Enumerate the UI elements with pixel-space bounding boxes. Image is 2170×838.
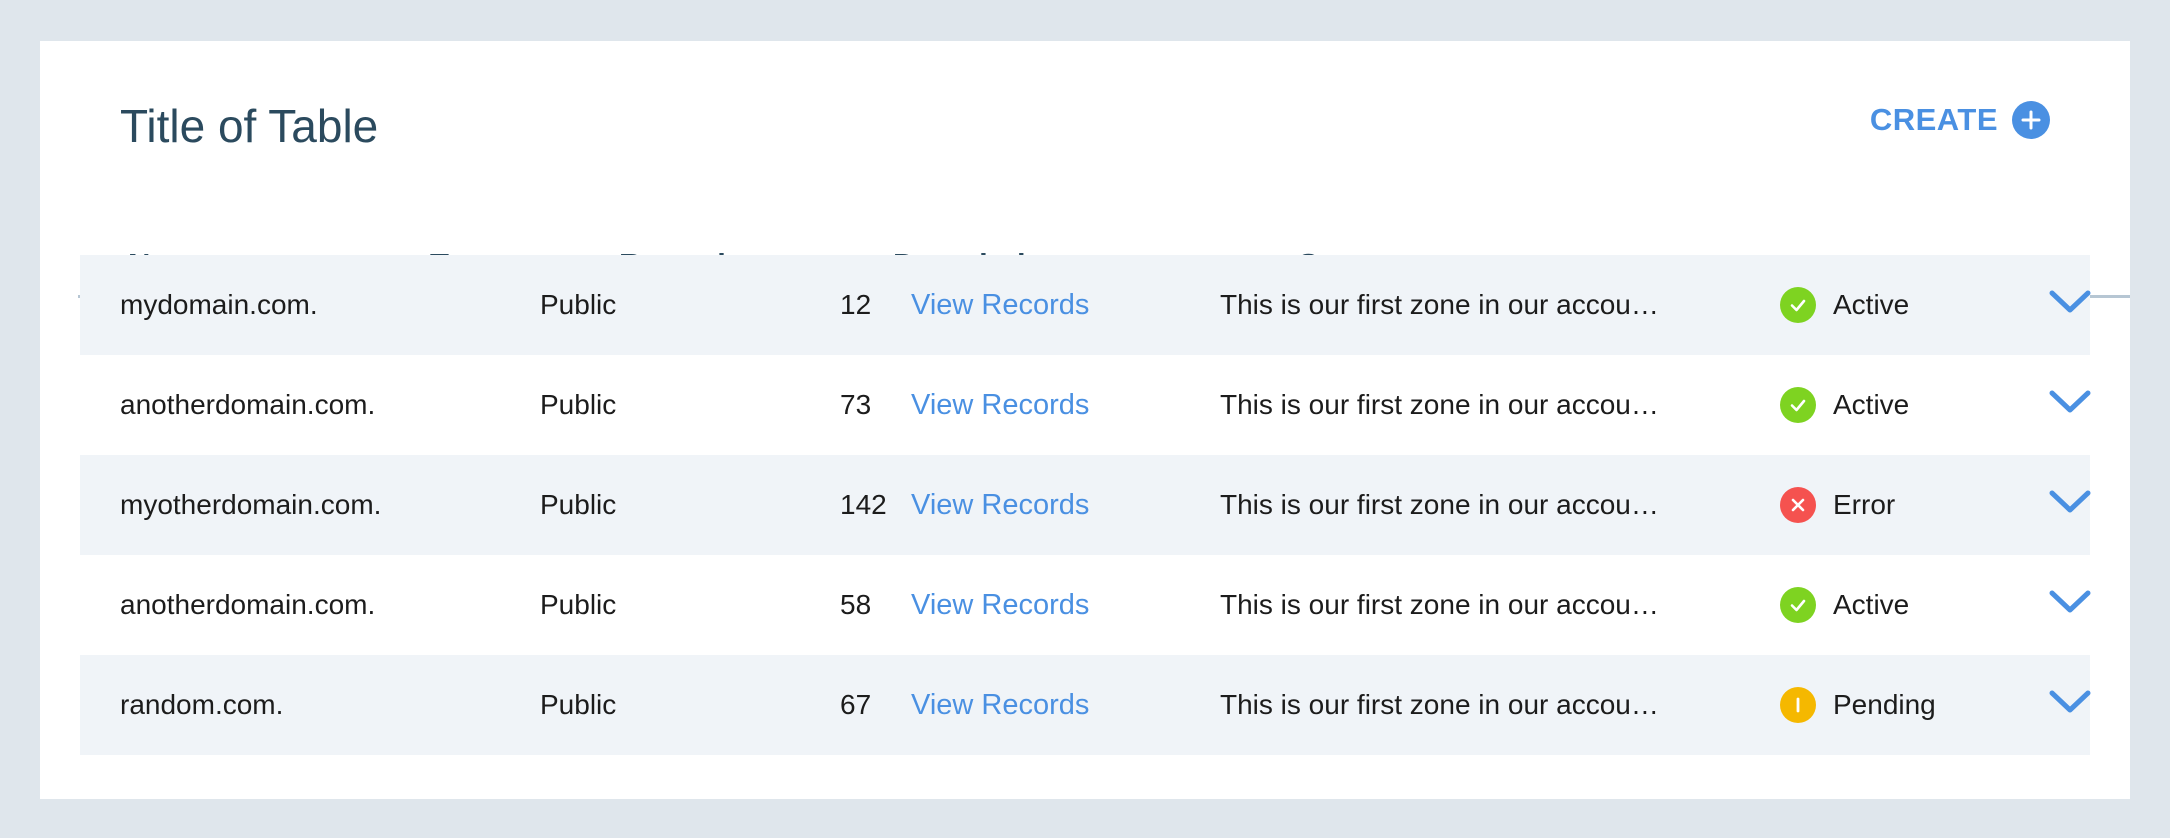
expand-row-button[interactable] [2048,255,2092,355]
page-title: Title of Table [120,100,379,152]
create-button[interactable]: CREATE [1870,101,2050,139]
table-body: mydomain.com. Public 12 View Records Thi… [80,255,2092,755]
zone-type: Public [540,289,617,320]
status-badge: Active [1780,555,1909,655]
expand-row-button[interactable] [2048,355,2092,455]
record-count: 142 [840,489,887,520]
domain-name: random.com. [120,689,284,720]
status-label: Pending [1833,689,1936,720]
error-circle-icon [1780,487,1816,523]
domain-name: myotherdomain.com. [120,489,382,520]
status-badge: Active [1780,355,1909,455]
zone-description: This is our first zone in our accou… [1220,489,1659,520]
table-row: myotherdomain.com. Public 142 View Recor… [80,455,2092,555]
view-records-link[interactable]: View Records [911,655,1089,755]
domain-name: anotherdomain.com. [120,389,376,420]
record-count: 58 [840,589,872,620]
status-label: Active [1833,289,1910,320]
record-count: 12 [840,289,872,320]
domain-name: mydomain.com. [120,289,318,320]
zone-type: Public [540,389,617,420]
check-circle-icon [1780,587,1816,623]
zone-type: Public [540,489,617,520]
zone-type: Public [540,589,617,620]
view-records-link[interactable]: View Records [911,555,1089,655]
pending-circle-icon [1780,687,1816,723]
view-records-link[interactable]: View Records [911,255,1089,355]
check-circle-icon [1780,287,1816,323]
chevron-down-icon [2048,289,2092,322]
zone-description: This is our first zone in our accou… [1220,389,1659,420]
table-row: mydomain.com. Public 12 View Records Thi… [80,255,2092,355]
status-label: Error [1833,489,1896,520]
status-badge: Active [1780,255,1909,355]
status-label: Active [1833,389,1910,420]
chevron-down-icon [2048,589,2092,622]
zone-description: This is our first zone in our accou… [1220,689,1659,720]
zone-type: Public [540,689,617,720]
chevron-down-icon [2048,489,2092,522]
plus-circle-icon [2012,101,2050,139]
check-circle-icon [1780,387,1816,423]
expand-row-button[interactable] [2048,455,2092,555]
view-records-link[interactable]: View Records [911,355,1089,455]
view-records-link[interactable]: View Records [911,455,1089,555]
create-label: CREATE [1869,102,1998,137]
zone-description: This is our first zone in our accou… [1220,289,1659,320]
chevron-down-icon [2048,389,2092,422]
status-badge: Error [1780,455,1895,555]
expand-row-button[interactable] [2048,655,2092,755]
table-row: anotherdomain.com. Public 58 View Record… [80,555,2092,655]
domain-name: anotherdomain.com. [120,589,376,620]
table-row: random.com. Public 67 View Records This … [80,655,2092,755]
expand-row-button[interactable] [2048,555,2092,655]
table-row: anotherdomain.com. Public 73 View Record… [80,355,2092,455]
record-count: 67 [840,689,872,720]
status-badge: Pending [1780,655,1936,755]
table-card: Title of Table CREATE Name Type Records [40,41,2130,799]
chevron-down-icon [2048,689,2092,722]
status-label: Active [1833,589,1910,620]
record-count: 73 [840,389,872,420]
zone-description: This is our first zone in our accou… [1220,589,1659,620]
